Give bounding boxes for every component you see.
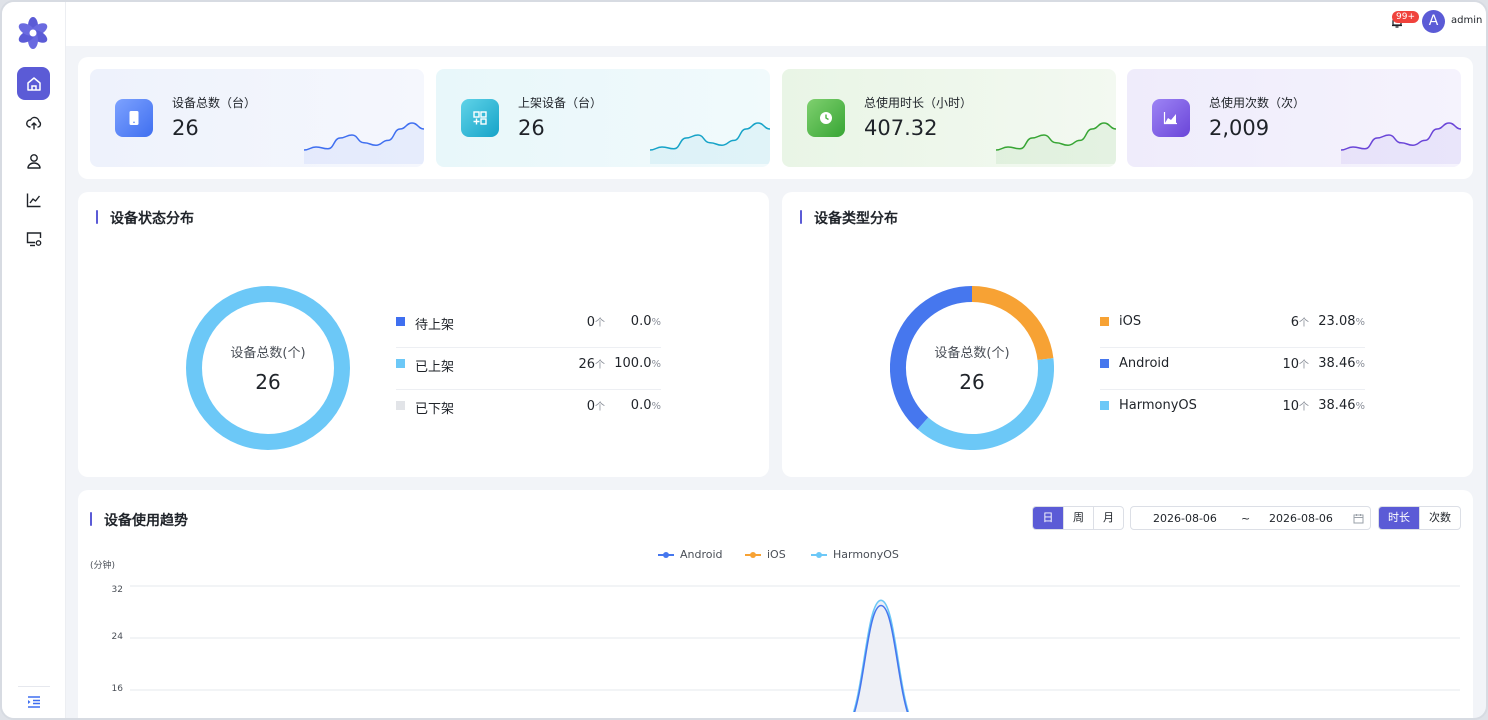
tab-month[interactable]: 月 xyxy=(1093,507,1123,529)
notification-badge: 99+ xyxy=(1392,11,1419,23)
legend-count: 10个 xyxy=(1282,357,1309,372)
legend-count: 6个 xyxy=(1290,315,1309,330)
chart-legend-ios[interactable]: iOS xyxy=(745,548,786,561)
legend-row: Android 10个 38.46% xyxy=(1100,348,1365,390)
donut-slice xyxy=(186,286,350,450)
date-start[interactable]: 2026-08-06 xyxy=(1153,512,1217,525)
legend-swatch xyxy=(396,359,405,368)
legend-percent: 0.0% xyxy=(630,398,661,413)
logo-icon xyxy=(18,17,48,49)
stat-value: 26 xyxy=(172,116,199,140)
sidebar-item-home[interactable] xyxy=(17,67,50,100)
legend-name: 已上架 xyxy=(415,360,455,375)
type-donut-chart xyxy=(890,286,1054,450)
legend-swatch xyxy=(396,317,405,326)
usage-trend-chart xyxy=(130,585,1460,712)
calendar-icon xyxy=(1353,514,1364,524)
legend-name: 待上架 xyxy=(415,318,455,333)
sidebar-item-user[interactable] xyxy=(17,144,50,177)
stat-value: 26 xyxy=(518,116,545,140)
stat-card-usage-hours: 总使用时长（小时） 407.32 xyxy=(782,69,1116,167)
area-chart-icon xyxy=(1152,99,1190,137)
legend-name: HarmonyOS xyxy=(1119,398,1197,413)
legend-percent: 38.46% xyxy=(1318,398,1365,413)
legend-swatch xyxy=(1100,359,1109,368)
date-range-picker[interactable]: 2026-08-06 ~ 2026-08-06 xyxy=(1130,506,1371,530)
stat-sparkline xyxy=(650,122,770,164)
legend-row: 已下架 0个 0.0% xyxy=(396,390,661,432)
stat-card-total-devices: 设备总数（台） 26 xyxy=(90,69,424,167)
legend-name: Android xyxy=(1119,356,1170,371)
panel-title: 设备状态分布 xyxy=(96,208,194,228)
monitor-settings-icon xyxy=(26,231,41,246)
trend-area xyxy=(853,600,909,712)
legend-row: 待上架 0个 0.0% xyxy=(396,306,661,348)
stat-value: 2,009 xyxy=(1209,116,1270,140)
stat-sparkline xyxy=(996,122,1116,164)
apps-icon xyxy=(461,99,499,137)
line-chart-icon xyxy=(26,193,40,207)
stat-card-usage-count: 总使用次数（次） 2,009 xyxy=(1127,69,1461,167)
stat-label: 上架设备（台） xyxy=(518,96,603,110)
date-separator: ~ xyxy=(1241,512,1251,525)
legend-row: 已上架 26个 100.0% xyxy=(396,348,661,390)
tab-day[interactable]: 日 xyxy=(1033,507,1063,529)
legend-count: 0个 xyxy=(586,315,605,330)
panel-title: 设备使用趋势 xyxy=(90,510,188,530)
username[interactable]: admin xyxy=(1451,15,1482,26)
clock-icon xyxy=(807,99,845,137)
period-tabs: 日 周 月 xyxy=(1032,506,1124,530)
legend-percent: 38.46% xyxy=(1318,356,1365,371)
stat-label: 总使用时长（小时） xyxy=(864,96,973,110)
cloud-upload-icon xyxy=(25,116,41,130)
chart-legend-android[interactable]: Android xyxy=(658,548,723,561)
avatar[interactable]: A xyxy=(1422,10,1445,33)
top-header xyxy=(66,2,1486,46)
donut-center-value: 26 xyxy=(959,370,985,394)
legend-swatch xyxy=(1100,317,1109,326)
stats-panel: 设备总数（台） 26 上架设备（台） 26 总使用时长（小时） 407.32 总… xyxy=(78,57,1473,179)
stat-value: 407.32 xyxy=(864,116,938,140)
donut-center-label: 设备总数(个) xyxy=(230,346,306,361)
tab-count[interactable]: 次数 xyxy=(1419,507,1460,529)
legend-swatch xyxy=(1100,401,1109,410)
tablet-icon xyxy=(115,99,153,137)
chart-legend-harmonyos[interactable]: HarmonyOS xyxy=(811,548,899,561)
legend-count: 0个 xyxy=(586,399,605,414)
panel-title: 设备类型分布 xyxy=(800,208,898,228)
legend-count: 26个 xyxy=(578,357,605,372)
device-status-panel: 设备状态分布 设备总数(个) 26 待上架 0个 0.0% 已上架 26个 10… xyxy=(78,192,769,477)
legend-swatch xyxy=(396,401,405,410)
legend-percent: 100.0% xyxy=(614,356,661,371)
legend-name: iOS xyxy=(1119,314,1142,329)
tab-duration[interactable]: 时长 xyxy=(1379,507,1419,529)
legend-name: 已下架 xyxy=(415,402,455,417)
legend-percent: 23.08% xyxy=(1318,314,1365,329)
tab-week[interactable]: 周 xyxy=(1063,507,1093,529)
sidebar-item-analytics[interactable] xyxy=(17,183,50,216)
user-icon xyxy=(26,153,41,169)
stat-label: 设备总数（台） xyxy=(172,96,257,110)
app-window: 99+ A admin 设备总数（台） 26 上架设备（台） 26 总使用时长（… xyxy=(0,0,1488,720)
donut-center-value: 26 xyxy=(255,370,281,394)
legend-row: iOS 6个 23.08% xyxy=(1100,306,1365,348)
status-donut-chart xyxy=(186,286,350,450)
device-type-panel: 设备类型分布 设备总数(个) 26 iOS 6个 23.08% Android … xyxy=(782,192,1473,477)
legend-row: HarmonyOS 10个 38.46% xyxy=(1100,390,1365,432)
sidebar-item-device-settings[interactable] xyxy=(17,222,50,255)
stat-sparkline xyxy=(304,122,424,164)
donut-center-label: 设备总数(个) xyxy=(934,346,1010,361)
home-icon xyxy=(26,76,41,91)
legend-percent: 0.0% xyxy=(630,314,661,329)
stat-label: 总使用次数（次） xyxy=(1209,96,1306,110)
stat-sparkline xyxy=(1341,122,1461,164)
legend-count: 10个 xyxy=(1282,399,1309,414)
metric-tabs: 时长 次数 xyxy=(1378,506,1461,530)
sidebar-item-cloud[interactable] xyxy=(17,106,50,139)
stat-card-listed-devices: 上架设备（台） 26 xyxy=(436,69,770,167)
date-end[interactable]: 2026-08-06 xyxy=(1269,512,1333,525)
